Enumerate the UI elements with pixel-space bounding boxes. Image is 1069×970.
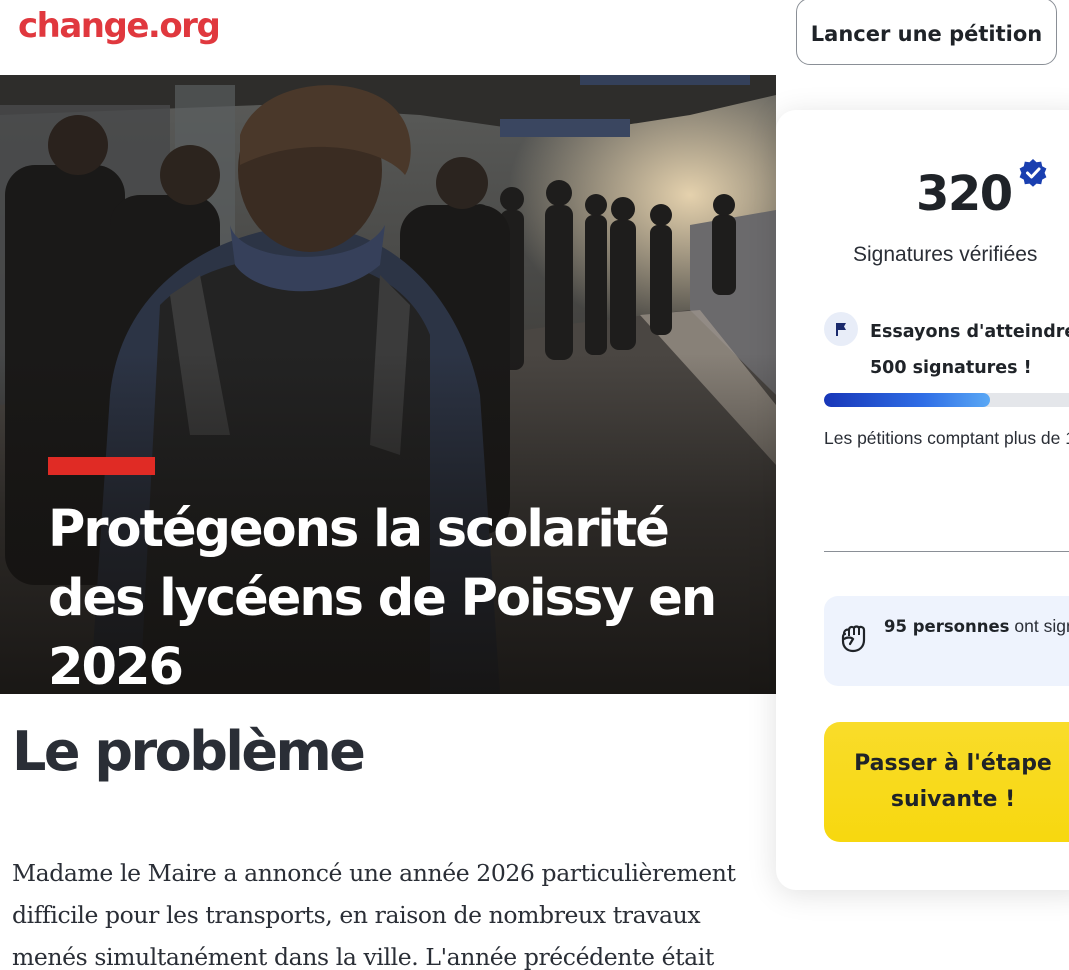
signature-goal: Essayons d'atteindre 500 signatures !: [870, 314, 1069, 386]
launch-petition-button[interactable]: Lancer une pétition: [796, 0, 1057, 65]
goal-line-1: Essayons d'atteindre: [870, 322, 1069, 342]
problem-description: Madame le Maire a annoncé une année 2026…: [12, 859, 736, 970]
problem-heading: Le problème: [12, 720, 366, 783]
petition-title: Protégeons la scolarité des lycéens de P…: [48, 500, 717, 694]
petition-tip: Les pétitions comptant plus de 1 000 sig…: [824, 428, 1069, 448]
petition-page: change.org Lancer une pétition Protégeon…: [0, 0, 1069, 970]
verified-signatures-label: Signatures vérifiées: [853, 243, 1038, 266]
signed-today-count: 95 personnes: [884, 617, 1010, 636]
signed-today-text: 95 personnes ont signé aujourd'hui: [884, 610, 1069, 643]
next-step-button[interactable]: Passer à l'étape suivante !: [824, 722, 1069, 842]
signature-card: 320 Signatures vérifiées Essayons d'atte…: [776, 110, 1069, 890]
flag-icon: [824, 312, 858, 346]
hero-accent-bar: [48, 457, 155, 475]
card-divider: [824, 551, 1069, 552]
signature-count: 320: [916, 166, 1013, 222]
signed-today-rest: ont signé aujourd'hui: [1014, 616, 1069, 636]
verified-badge-icon: [1019, 159, 1047, 187]
goal-line-2: 500 signatures !: [870, 358, 1032, 378]
signature-progress-bar: [824, 393, 1069, 407]
change-org-logo[interactable]: change.org: [18, 6, 221, 46]
signature-progress-fill: [824, 393, 991, 407]
hero-banner: Protégeons la scolarité des lycéens de P…: [0, 75, 776, 694]
raised-fist-icon: [841, 625, 866, 653]
signed-today-box: 95 personnes ont signé aujourd'hui: [824, 596, 1069, 686]
